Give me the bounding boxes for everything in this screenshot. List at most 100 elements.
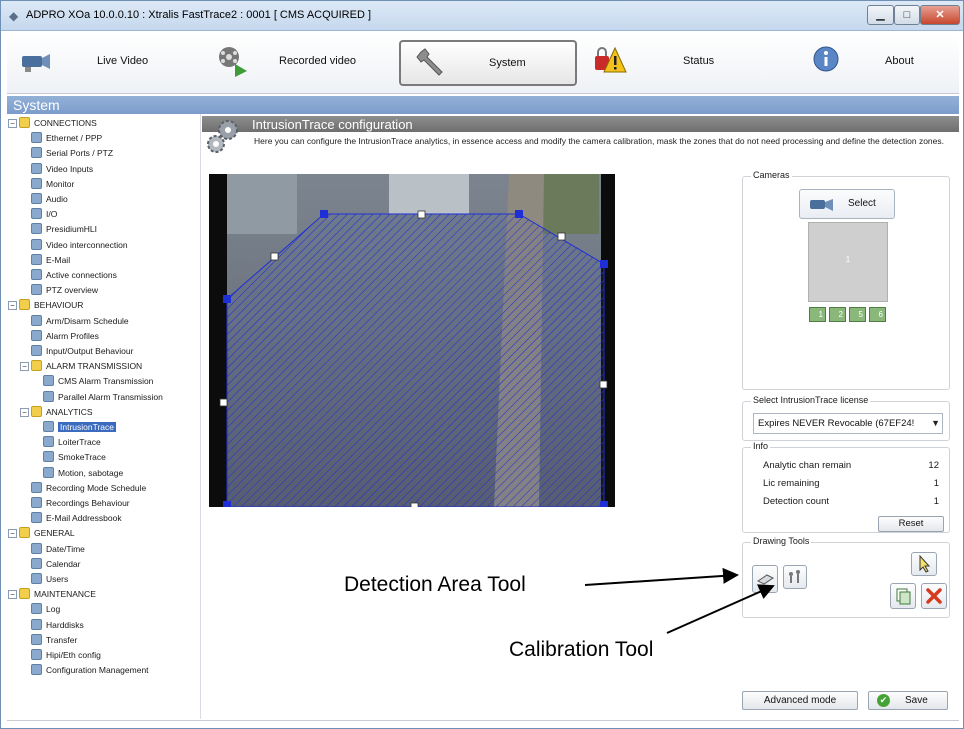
tree-item-cms-alarm-transmission[interactable]: CMS Alarm Transmission — [43, 374, 153, 388]
tree-item-e-mail[interactable]: E-Mail — [31, 253, 70, 267]
minimize-button[interactable]: ▁ — [867, 5, 894, 25]
tree-item-configuration-management[interactable]: Configuration Management — [31, 663, 149, 677]
tree-expander[interactable]: − — [8, 529, 17, 539]
tree-folder-maintenance[interactable]: MAINTENANCE — [19, 587, 96, 601]
tree-item-label: Transfer — [46, 634, 78, 645]
settings-item-icon — [31, 162, 42, 174]
zone-vertex[interactable] — [600, 501, 608, 507]
tree-item-label: Calendar — [46, 558, 81, 569]
zone-midpoint[interactable] — [219, 398, 228, 407]
tree-folder-connections[interactable]: CONNECTIONS — [19, 116, 97, 130]
maximize-button[interactable]: □ — [894, 5, 920, 25]
zone-vertex[interactable] — [223, 501, 231, 507]
tree-item-video-inputs[interactable]: Video Inputs — [31, 162, 93, 176]
tree-item-loitertrace[interactable]: LoiterTrace — [43, 435, 101, 449]
camera-select-button[interactable]: Select — [799, 189, 895, 219]
tree-expander[interactable]: − — [8, 590, 17, 600]
tree-folder-behaviour[interactable]: BEHAVIOUR — [19, 298, 83, 312]
info-value: 1 — [933, 478, 939, 489]
tree-item-input-output-behaviour[interactable]: Input/Output Behaviour — [31, 344, 133, 358]
settings-item-icon — [43, 451, 54, 463]
close-button[interactable]: ✕ — [920, 5, 960, 25]
tree-item-recordings-behaviour[interactable]: Recordings Behaviour — [31, 496, 130, 510]
main-panel: IntrusionTrace configuration Here you ca… — [202, 114, 959, 719]
tree-item-log[interactable]: Log — [31, 602, 60, 616]
zone-vertex[interactable] — [320, 210, 328, 218]
info-row-detection-count: Detection count 1 — [763, 496, 939, 509]
warning-lock-icon — [595, 46, 627, 73]
tree-item-ptz-overview[interactable]: PTZ overview — [31, 283, 98, 297]
tree-item-ethernet-ppp[interactable]: Ethernet / PPP — [31, 131, 102, 145]
tree-item-arm-disarm-schedule[interactable]: Arm/Disarm Schedule — [31, 314, 129, 328]
tree-item-hipi-eth-config[interactable]: Hipi/Eth config — [31, 648, 101, 662]
tree-item-smoketrace[interactable]: SmokeTrace — [43, 450, 106, 464]
tab-system[interactable]: System — [399, 40, 577, 86]
detection-zone-polygon[interactable] — [226, 213, 605, 507]
tree-item-users[interactable]: Users — [31, 572, 68, 586]
tree-item-i-o[interactable]: I/O — [31, 207, 57, 221]
tree-expander[interactable]: − — [20, 362, 29, 372]
copy-tool-button[interactable] — [890, 583, 916, 609]
settings-item-icon — [31, 633, 42, 645]
tree-item-label: LoiterTrace — [58, 437, 101, 448]
tree-item-video-interconnection[interactable]: Video interconnection — [31, 238, 128, 252]
tree-item-harddisks[interactable]: Harddisks — [31, 618, 84, 632]
tree-item-date-time[interactable]: Date/Time — [31, 542, 85, 556]
settings-item-icon — [31, 132, 42, 144]
tree-item-label: E-Mail — [46, 254, 71, 265]
system-header: System — [7, 96, 959, 114]
zone-vertex[interactable] — [600, 260, 608, 268]
tab-live-video[interactable]: Live Video — [15, 40, 195, 86]
detection-area-tool-button[interactable] — [752, 565, 778, 593]
tree-folder-analytics[interactable]: ANALYTICS — [31, 405, 93, 419]
tree-item-alarm-profiles[interactable]: Alarm Profiles — [31, 329, 99, 343]
tree-item-serial-ports-ptz[interactable]: Serial Ports / PTZ — [31, 146, 113, 160]
pointer-tool-button[interactable] — [911, 552, 937, 576]
tree-item-audio[interactable]: Audio — [31, 192, 68, 206]
save-button[interactable]: ✔ Save — [868, 691, 948, 710]
tree-item-label: SmokeTrace — [58, 452, 106, 463]
tab-recorded-video[interactable]: Recorded video — [207, 40, 387, 86]
info-value: 1 — [933, 496, 939, 507]
tree-item-recording-mode-schedule[interactable]: Recording Mode Schedule — [31, 481, 146, 495]
tab-status[interactable]: Status — [591, 40, 771, 86]
tree-item-monitor[interactable]: Monitor — [31, 177, 74, 191]
tree-item-transfer[interactable]: Transfer — [31, 633, 77, 647]
camera-chip-5[interactable]: 5 — [849, 307, 866, 322]
zone-midpoint[interactable] — [417, 210, 426, 219]
zone-vertex[interactable] — [223, 295, 231, 303]
tree-folder-alarm-transmission[interactable]: ALARM TRANSMISSION — [31, 359, 142, 373]
tree-item-parallel-alarm-transmission[interactable]: Parallel Alarm Transmission — [43, 390, 163, 404]
camera-chip-6[interactable]: 6 — [869, 307, 886, 322]
tree-item-presidiumhli[interactable]: PresidiumHLI — [31, 222, 97, 236]
tree-expander[interactable]: − — [8, 119, 17, 128]
license-dropdown[interactable]: Expires NEVER Revocable (67EF24! ▼ — [753, 413, 943, 434]
tree-expander[interactable]: − — [8, 301, 17, 311]
zone-vertex[interactable] — [515, 210, 523, 218]
tree-item-intrusiontrace[interactable]: IntrusionTrace — [43, 420, 117, 434]
chevron-down-icon[interactable]: ▼ — [931, 414, 940, 433]
advanced-mode-button[interactable]: Advanced mode — [742, 691, 858, 710]
tab-about[interactable]: About — [783, 40, 953, 86]
tree-expander[interactable]: − — [20, 407, 29, 417]
settings-item-icon — [31, 314, 42, 326]
tree-folder-general[interactable]: GENERAL — [19, 526, 75, 540]
tree-item-calendar[interactable]: Calendar — [31, 557, 81, 571]
camera-video-view[interactable] — [209, 174, 615, 507]
camera-chip-2[interactable]: 2 — [829, 307, 846, 322]
zone-midpoint[interactable] — [599, 380, 608, 389]
zone-midpoint[interactable] — [410, 502, 419, 507]
camera-chip-1[interactable]: 1 — [809, 307, 826, 322]
tree-item-motion-sabotage[interactable]: Motion, sabotage — [43, 466, 123, 480]
camera-thumbnail[interactable]: 1 — [808, 222, 888, 302]
zone-midpoint[interactable] — [270, 252, 279, 261]
calibration-tool-button[interactable] — [783, 565, 807, 589]
reset-button[interactable]: Reset — [878, 516, 944, 532]
zone-midpoint[interactable] — [557, 232, 566, 241]
tree-item-active-connections[interactable]: Active connections — [31, 268, 117, 282]
delete-tool-button[interactable] — [921, 583, 947, 609]
settings-item-icon — [31, 193, 42, 204]
tree-item-e-mail-addressbook[interactable]: E-Mail Addressbook — [31, 511, 122, 525]
copy-icon — [896, 588, 911, 605]
tree-item-label: PTZ overview — [46, 285, 98, 296]
